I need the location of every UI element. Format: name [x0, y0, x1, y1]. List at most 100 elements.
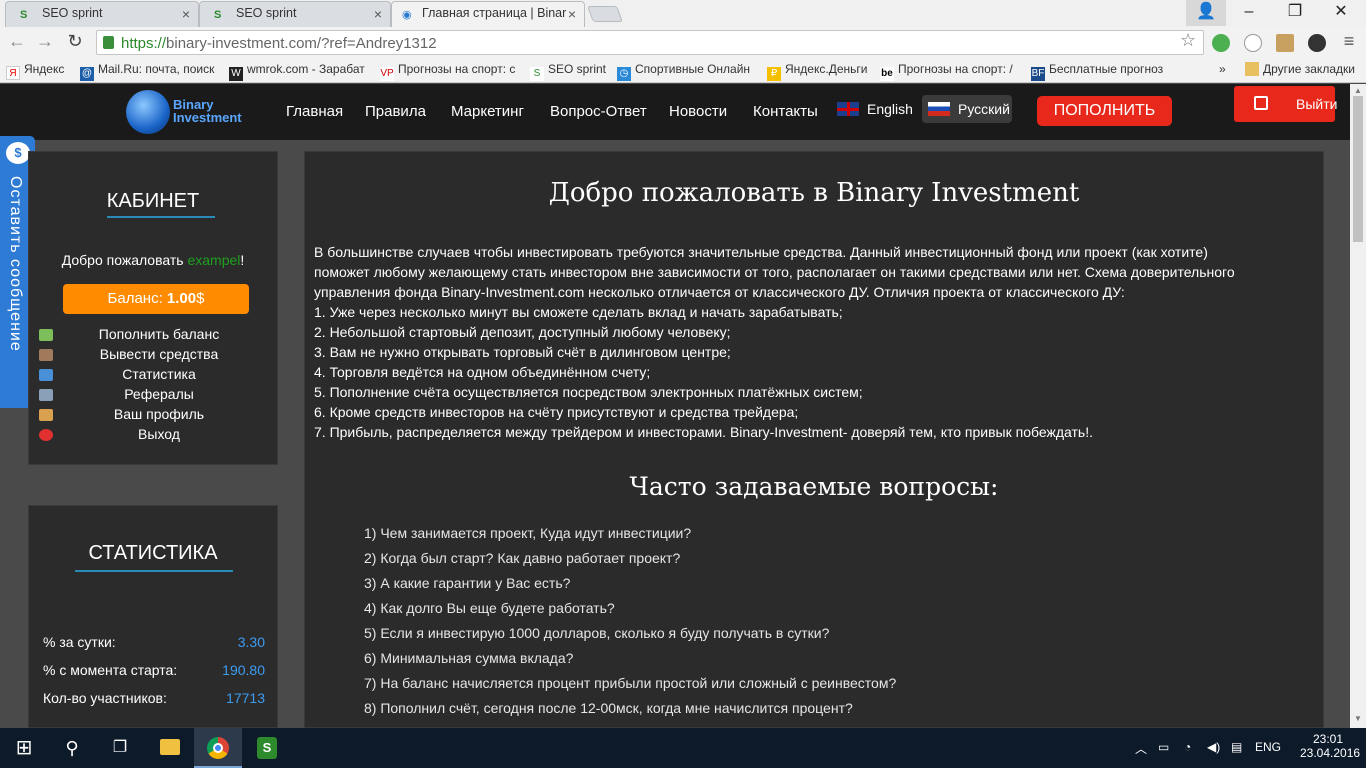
bookmark-label: Яндекс.Деньги: [785, 62, 868, 76]
browser-tab[interactable]: S SEO sprint ×: [199, 1, 391, 27]
faq-question[interactable]: 5) Если я инвестирую 1000 долларов, скол…: [364, 625, 1164, 641]
bookmark-item[interactable]: ◷ Спортивные Онлайн: [617, 62, 753, 81]
stat-label: % за сутки:: [43, 634, 116, 650]
back-arrow-icon[interactable]: ←: [6, 31, 28, 52]
close-tab-icon[interactable]: ×: [182, 6, 190, 22]
bookmark-item[interactable]: BF Бесплатные прогноз: [1031, 62, 1169, 81]
close-tab-icon[interactable]: ×: [568, 6, 576, 22]
bookmark-item[interactable]: ₽ Яндекс.Деньги: [767, 62, 867, 81]
new-tab-button[interactable]: [587, 6, 623, 22]
nav-faq[interactable]: Вопрос-Ответ: [550, 103, 647, 120]
title-underline: [107, 216, 215, 218]
faq-question[interactable]: 8) Пополнил счёт, сегодня после 12-00мск…: [364, 700, 1164, 716]
search-icon[interactable]: ⚲: [48, 728, 96, 768]
site-logo[interactable]: Binary Investment: [173, 98, 242, 124]
lang-russian[interactable]: Русский: [922, 95, 1012, 123]
topup-button[interactable]: ПОПОЛНИТЬ: [1037, 96, 1172, 126]
welcome-prefix: Добро пожаловать: [61, 252, 188, 268]
intro-line: 3. Вам не нужно открывать торговый счёт …: [314, 344, 731, 360]
tray-chevron-icon[interactable]: ︿: [1135, 740, 1147, 757]
bookmark-item[interactable]: Я Яндекс: [6, 62, 64, 80]
chrome-menu-icon[interactable]: ≡: [1338, 31, 1360, 52]
site-header: Binary Investment Главная Правила Маркет…: [0, 84, 1350, 140]
logo-globe-icon[interactable]: [126, 90, 170, 134]
windows-start-icon[interactable]: ⊞: [0, 728, 48, 768]
welcome-suffix: !: [240, 252, 245, 268]
restore-icon[interactable]: ❐: [1272, 0, 1318, 26]
clock-time: 23:01: [1312, 732, 1344, 746]
seo-sprint-app-icon[interactable]: S: [243, 728, 291, 768]
bookmark-item[interactable]: @ Mail.Ru: почта, поиск: [80, 62, 216, 81]
extension-folder-icon[interactable]: [1276, 34, 1294, 52]
file-explorer-icon[interactable]: [146, 728, 194, 768]
bookmark-item[interactable]: Wwmrok.com - Зарабат: [229, 62, 367, 81]
close-window-icon[interactable]: ✕: [1318, 0, 1364, 26]
balance-value: 1.00: [166, 290, 197, 307]
clock[interactable]: 23:01 23.04.2016: [1300, 732, 1360, 760]
logout-button[interactable]: Выйти: [1234, 86, 1337, 122]
faq-question[interactable]: 7) На баланс начисляется процент прибыли…: [364, 675, 1164, 691]
page-scrollbar[interactable]: ▲ ▼: [1350, 84, 1366, 728]
battery-icon[interactable]: ▭: [1158, 740, 1169, 754]
menu-label: Статистика: [122, 366, 196, 382]
bookmark-folder-other[interactable]: Другие закладки: [1245, 62, 1355, 76]
menu-topup[interactable]: Пополнить баланс: [39, 326, 279, 346]
seo-sprint-favicon-icon: S: [20, 9, 28, 21]
forward-arrow-icon[interactable]: →: [34, 31, 56, 52]
bookmark-label: Прогнозы на спорт: /: [898, 62, 1013, 76]
balance-badge: Баланс: 1.00$: [63, 284, 249, 314]
cabinet-title: КАБИНЕТ: [106, 190, 200, 212]
minimize-icon[interactable]: –: [1226, 0, 1272, 26]
lang-english[interactable]: English: [837, 101, 913, 117]
faq-question[interactable]: 1) Чем занимается проект, Куда идут инве…: [364, 525, 1164, 541]
menu-profile[interactable]: Ваш профиль: [39, 406, 279, 426]
close-tab-icon[interactable]: ×: [374, 6, 382, 22]
user-profile-icon[interactable]: 👤: [1186, 0, 1226, 26]
reload-icon[interactable]: ↻: [64, 31, 86, 52]
task-view-icon[interactable]: ❐: [96, 728, 144, 768]
stat-label: % с момента старта:: [43, 662, 178, 678]
faq-question[interactable]: 4) Как долго Вы еще будете работать?: [364, 600, 1164, 616]
bookmark-star-icon[interactable]: ☆: [1180, 30, 1196, 51]
nav-home[interactable]: Главная: [286, 103, 343, 120]
bookmark-label: SEO sprint: [548, 62, 607, 76]
nav-rules[interactable]: Правила: [365, 103, 426, 120]
tab-title: SEO sprint: [42, 6, 103, 20]
bookmark-item[interactable]: be Прогнозы на спорт: /: [880, 62, 1020, 81]
language-indicator[interactable]: ENG: [1255, 740, 1281, 754]
menu-logout[interactable]: Выход: [39, 426, 279, 446]
bookmark-label: Бесплатные прогноз: [1049, 62, 1164, 76]
faq-question[interactable]: 2) Когда был старт? Как давно работает п…: [364, 550, 1164, 566]
statistics-title: СТАТИСТИКА: [88, 542, 218, 564]
extension-se-icon[interactable]: [1244, 34, 1262, 52]
faq-question[interactable]: 6) Минимальная сумма вклада?: [364, 650, 1164, 666]
nav-news[interactable]: Новости: [669, 103, 727, 120]
bookmark-item[interactable]: S SEO sprint: [530, 62, 606, 81]
menu-label: Рефералы: [124, 386, 194, 402]
address-bar[interactable]: https://binary-investment.com/?ref=Andre…: [96, 30, 1204, 55]
menu-withdraw[interactable]: Вывести средства: [39, 346, 279, 366]
uk-flag-icon: [837, 102, 859, 116]
browser-tab[interactable]: S SEO sprint ×: [5, 1, 199, 27]
bookmark-item[interactable]: VP Прогнозы на спорт: с: [380, 62, 518, 81]
scroll-up-icon[interactable]: ▲: [1354, 86, 1362, 95]
intro-line: поможет любому желающему стать инвесторо…: [314, 264, 1235, 280]
nav-contacts[interactable]: Контакты: [753, 103, 818, 120]
scrollbar-thumb[interactable]: [1353, 96, 1363, 242]
scroll-down-icon[interactable]: ▼: [1354, 714, 1362, 723]
browser-tab-active[interactable]: ◉ Главная страница | Binar ×: [391, 1, 585, 27]
extension-dark-icon[interactable]: [1308, 34, 1326, 52]
menu-label: Пополнить баланс: [98, 326, 220, 342]
faq-question[interactable]: 3) А какие гарантии у Вас есть?: [364, 575, 1164, 591]
notifications-icon[interactable]: ▤: [1231, 740, 1242, 754]
menu-statistics[interactable]: Статистика: [39, 366, 279, 386]
bookmarks-overflow-chevron[interactable]: »: [1219, 62, 1226, 76]
chrome-icon[interactable]: [194, 728, 242, 768]
intro-line: 1. Уже через несколько минут вы сможете …: [314, 304, 843, 320]
nav-marketing[interactable]: Маркетинг: [451, 103, 524, 120]
volume-icon[interactable]: ◀): [1207, 740, 1220, 754]
ru-flag-icon: [928, 102, 950, 116]
wifi-icon[interactable]: ◔: [1184, 740, 1191, 754]
extension-refresh-icon[interactable]: [1212, 34, 1230, 52]
menu-referrals[interactable]: Рефералы: [39, 386, 279, 406]
